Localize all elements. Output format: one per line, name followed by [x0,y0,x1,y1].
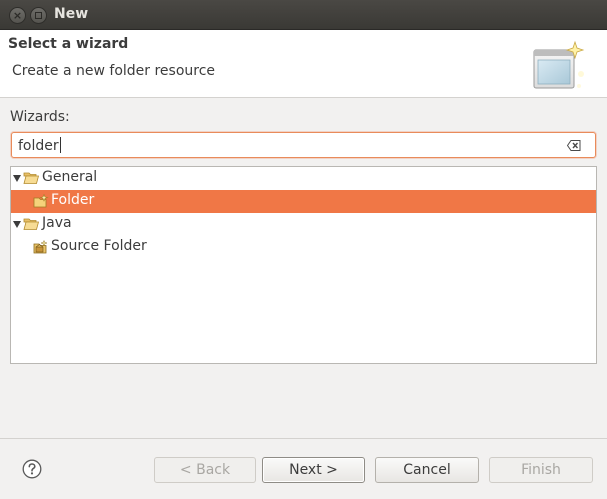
clear-filter-icon[interactable] [567,140,581,151]
tree-item-general[interactable]: General [11,167,596,190]
page-title: Select a wizard [8,36,129,52]
wizard-header: Select a wizard Create a new folder reso… [0,30,607,98]
tree-item-label: Java [42,215,72,231]
tree-item-label: Folder [51,192,95,208]
source-folder-icon [33,240,48,254]
wizard-filter-input[interactable]: folder [11,132,596,158]
cancel-button[interactable]: Cancel [375,457,479,483]
wizards-label: Wizards: [10,109,70,125]
close-icon: × [12,9,23,22]
window-maximize-button[interactable] [30,7,47,24]
tree-item-source-folder[interactable]: Source Folder [11,236,596,259]
window-close-button[interactable]: × [9,7,26,24]
expand-arrow-icon[interactable] [13,221,21,228]
help-icon[interactable] [22,459,42,479]
button-bar-divider [0,438,607,439]
tree-item-java[interactable]: Java [11,213,596,236]
new-folder-icon [33,194,49,208]
filter-text: folder [18,137,61,154]
window-titlebar[interactable]: × New [0,0,607,30]
expand-arrow-icon[interactable] [13,175,21,182]
page-description: Create a new folder resource [12,63,216,79]
new-wizard-banner-icon [533,40,585,89]
tree-item-folder[interactable]: Folder [11,190,596,213]
text-cursor [59,137,61,153]
maximize-icon [35,12,42,19]
filter-value: folder [18,138,59,154]
back-button[interactable]: < Back [154,457,256,483]
folder-open-icon [23,172,39,184]
window-title: New [54,6,89,22]
next-button[interactable]: Next > [262,457,365,483]
finish-button[interactable]: Finish [489,457,593,483]
wizard-tree[interactable]: General Folder Java Source Folder [10,166,597,364]
tree-item-label: Source Folder [51,238,147,254]
folder-open-icon [23,218,39,230]
tree-item-label: General [42,169,98,185]
